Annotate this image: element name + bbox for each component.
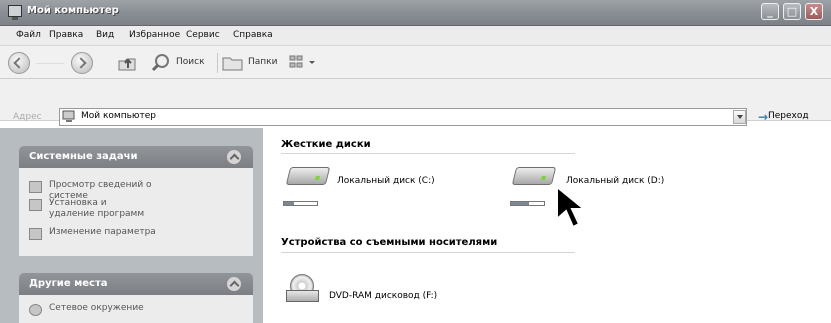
folders-button[interactable]: Папки (248, 57, 277, 67)
place-network[interactable]: Сетевое окружение (19, 303, 253, 316)
address-field[interactable] (59, 108, 747, 126)
computer-icon (62, 110, 75, 122)
drive-usage-bar (510, 201, 545, 206)
go-button[interactable]: Переход (768, 111, 809, 121)
other-places-header[interactable]: Другие места (19, 273, 253, 295)
search-icon[interactable] (151, 53, 171, 73)
system-info-icon (29, 181, 42, 193)
back-dropdown[interactable] (36, 63, 64, 64)
address-value[interactable]: Мой компьютер (81, 111, 156, 121)
group-divider (281, 153, 575, 154)
collapse-chevron-icon[interactable] (227, 277, 241, 291)
go-arrow-icon[interactable]: → (758, 110, 768, 124)
network-places-icon (29, 304, 42, 316)
drive-label[interactable]: DVD-RAM дисковод (F:) (329, 291, 437, 301)
back-arrow-icon[interactable] (8, 52, 30, 74)
address-bar: Адрес Мой компьютер → Переход (0, 79, 831, 126)
drive-usage-bar (283, 201, 318, 206)
menu-edit[interactable]: Правка (49, 30, 83, 40)
maximize-button[interactable]: □ (783, 3, 801, 20)
address-label: Адрес (13, 112, 42, 122)
other-places-body: Сетевое окружение (19, 295, 253, 323)
window-title: Мой компьютер (27, 5, 119, 16)
hard-drives-title: Жесткие диски (281, 139, 371, 150)
menu-help[interactable]: Справка (233, 30, 273, 40)
task-label[interactable]: Установка и удаление программ (49, 198, 154, 220)
menu-tools[interactable]: Сервис (186, 30, 220, 40)
left-task-panel: Системные задачи Просмотр сведений о сис… (0, 128, 263, 323)
add-remove-programs-icon (29, 199, 42, 211)
system-tasks-body: Просмотр сведений о системе Установка и … (19, 168, 253, 256)
title-bar: Мой компьютер _ □ X (0, 0, 831, 26)
drive-usage-fill (284, 202, 294, 205)
mouse-pointer-icon (556, 185, 587, 229)
collapse-chevron-icon[interactable] (227, 150, 241, 164)
task-change-setting[interactable]: Изменение параметра (19, 227, 253, 240)
folders-icon[interactable] (222, 55, 243, 71)
search-button[interactable]: Поиск (176, 57, 205, 67)
toolbar-separator (217, 53, 218, 73)
address-dropdown-button[interactable] (733, 110, 746, 124)
hard-drive-icon (511, 167, 557, 185)
menu-view[interactable]: Вид (96, 30, 114, 40)
removable-devices-title: Устройства со съемными носителями (281, 237, 498, 248)
hard-drive-icon (285, 167, 331, 185)
dvd-drive-icon (286, 274, 323, 304)
place-label[interactable]: Сетевое окружение (49, 303, 181, 314)
group-divider (281, 252, 575, 253)
task-label[interactable]: Изменение параметра (49, 227, 181, 238)
change-setting-icon (29, 228, 42, 240)
content-pane: Жесткие диски Локальный диск (C:) Локаль… (263, 128, 831, 323)
system-tasks-header[interactable]: Системные задачи (19, 146, 253, 168)
menu-file[interactable]: Файл (16, 30, 41, 40)
forward-arrow-icon[interactable] (71, 52, 93, 74)
menu-bar: Файл Правка Вид Избранное Сервис Справка (0, 26, 831, 46)
toolbar: Поиск Папки (0, 46, 831, 79)
drive-usage-fill (511, 202, 530, 205)
task-add-remove-programs[interactable]: Установка и удаление программ (19, 198, 253, 220)
up-folder-icon[interactable] (117, 54, 137, 72)
menu-favorites[interactable]: Избранное (129, 30, 180, 40)
my-computer-icon (8, 5, 22, 20)
drive-label[interactable]: Локальный диск (C:) (337, 176, 435, 186)
other-places-title: Другие места (29, 278, 108, 289)
close-button[interactable]: X (805, 3, 823, 20)
minimize-button[interactable]: _ (761, 3, 779, 20)
views-icon[interactable] (289, 54, 319, 71)
system-tasks-title: Системные задачи (29, 151, 138, 162)
